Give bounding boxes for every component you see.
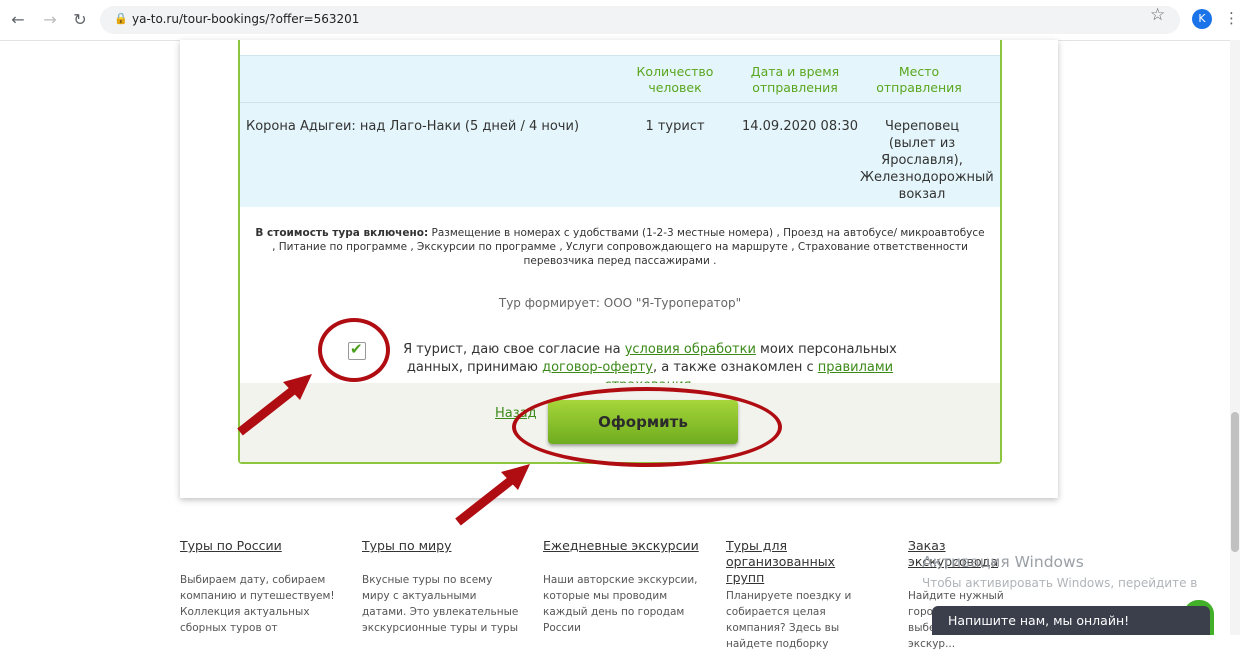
footer-link-excursions[interactable]: Ежедневные экскурсии (543, 538, 703, 554)
departure-datetime: 14.09.2020 08:30 (741, 119, 859, 134)
footer-desc-excursions: Наши авторские экскурсии, которые мы про… (543, 574, 698, 634)
footer-link-groups[interactable]: Туры для организованных групп (726, 538, 876, 586)
tour-name: Корона Адыгеи: над Лаго-Наки (5 дней / 4… (246, 119, 580, 134)
footer-desc-groups: Планируете поездку и собирается целая ко… (726, 590, 852, 650)
lock-icon: 🔒 (114, 12, 128, 25)
footer-excursions: Ежедневные экскурсии Наши авторские экск… (543, 538, 703, 636)
browser-menu-icon[interactable]: ⋮ (1224, 9, 1239, 27)
footer-desc-world: Вкусные туры по всему миру с актуальными… (362, 574, 519, 634)
header-datetime: Дата и время отправления (750, 64, 840, 95)
footer-russia: Туры по России Выбираем дату, собираем к… (180, 538, 340, 636)
tour-operator: Тур формирует: ООО "Я-Туроператор" (498, 296, 742, 310)
included-services: В стоимость тура включено: Размещение в … (254, 226, 986, 268)
bookmark-star-icon[interactable]: ☆ (1150, 5, 1165, 25)
checkbox-highlight-oval (318, 318, 390, 382)
header-place: Место отправления (876, 64, 962, 95)
footer-world: Туры по миру Вкусные туры по всему миру … (362, 538, 522, 636)
scrollbar-thumb[interactable] (1231, 412, 1239, 552)
table-header: Количество человек Дата и время отправле… (240, 55, 1000, 102)
url-text[interactable]: ya-to.ru/tour-bookings/?offer=563201 (132, 12, 359, 26)
windows-activation-text: Чтобы активировать Windows, перейдите в (922, 576, 1198, 590)
browser-toolbar: ← → ↻ 🔒 ya-to.ru/tour-bookings/?offer=56… (0, 0, 1240, 41)
button-highlight-oval (512, 387, 782, 467)
page-scrollbar[interactable] (1230, 40, 1240, 635)
footer-link-russia[interactable]: Туры по России (180, 538, 340, 554)
header-people: Количество человек (636, 64, 714, 95)
table-row: Корона Адыгеи: над Лаго-Наки (5 дней / 4… (240, 102, 1000, 207)
forward-arrow-icon[interactable]: → (40, 10, 60, 29)
reload-icon[interactable]: ↻ (70, 10, 90, 29)
processing-terms-link[interactable]: условия обработки (625, 342, 756, 357)
departure-place: Череповец (вылет из Ярославля), Железнод… (860, 119, 994, 202)
footer-desc-russia: Выбираем дату, собираем компанию и путеш… (180, 574, 335, 634)
footer-link-world[interactable]: Туры по миру (362, 538, 522, 554)
people-count: 1 турист (645, 119, 705, 134)
included-label: В стоимость тура включено: (255, 227, 429, 239)
back-arrow-icon[interactable]: ← (8, 10, 28, 29)
windows-activation-title: Активация Windows (922, 553, 1084, 571)
address-bar[interactable]: 🔒 ya-to.ru/tour-bookings/?offer=563201 (100, 6, 1180, 34)
offer-agreement-link[interactable]: договор-оферту (542, 360, 653, 375)
profile-avatar[interactable]: K (1192, 9, 1212, 29)
online-chat-widget[interactable]: Напишите нам, мы онлайн! (932, 606, 1210, 635)
